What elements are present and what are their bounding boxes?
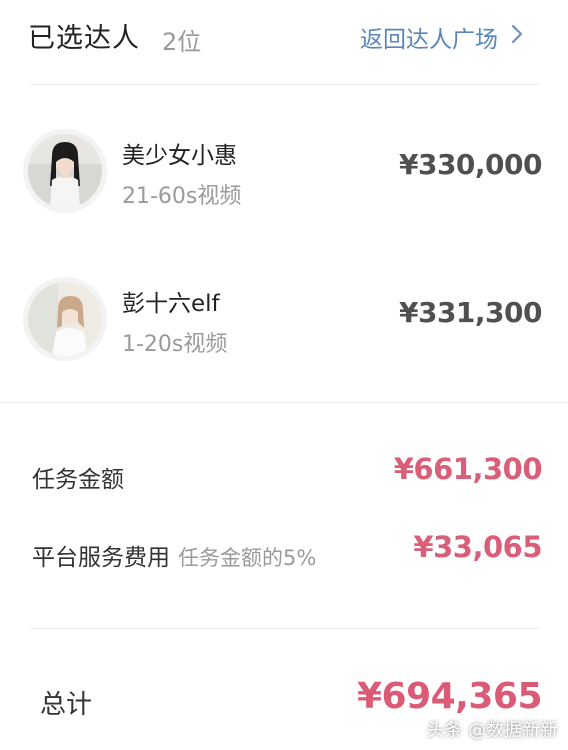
service-fee-value: ¥33,065 [413,530,542,564]
video-duration-tag: 21-60s视频 [122,184,242,209]
influencer-name: 彭十六elf [122,291,220,317]
section-divider [0,402,568,403]
total-label: 总计 [40,690,93,720]
avatar [28,134,102,208]
back-link-label: 返回达人广场 [360,27,498,53]
service-fee-label-group: 平台服务费用 任务金额的5% [32,538,316,572]
avatar [28,282,102,356]
influencer-row[interactable]: 美少女小惠 21-60s视频 ¥330,000 [0,110,568,230]
influencer-price: ¥330,000 [398,148,543,181]
total-value: ¥694,365 [356,676,543,717]
service-fee-label: 平台服务费用 [32,545,170,571]
video-duration-tag: 1-20s视频 [122,332,228,357]
influencer-row[interactable]: 彭十六elf 1-20s视频 ¥331,300 [0,258,568,378]
selected-count: 2位 [162,28,202,56]
chevron-right-icon [510,23,524,51]
influencer-price: ¥331,300 [398,296,543,329]
back-to-square-link[interactable]: 返回达人广场 [360,20,524,54]
influencer-name: 美少女小惠 [122,143,237,169]
task-amount-value: ¥661,300 [393,452,543,486]
divider [30,84,540,85]
divider [30,628,540,629]
page-title: 已选达人 [28,23,140,54]
watermark: 头条 @数据新新 [426,720,558,741]
service-fee-note: 任务金额的5% [178,546,317,570]
task-amount-label: 任务金额 [32,467,124,493]
